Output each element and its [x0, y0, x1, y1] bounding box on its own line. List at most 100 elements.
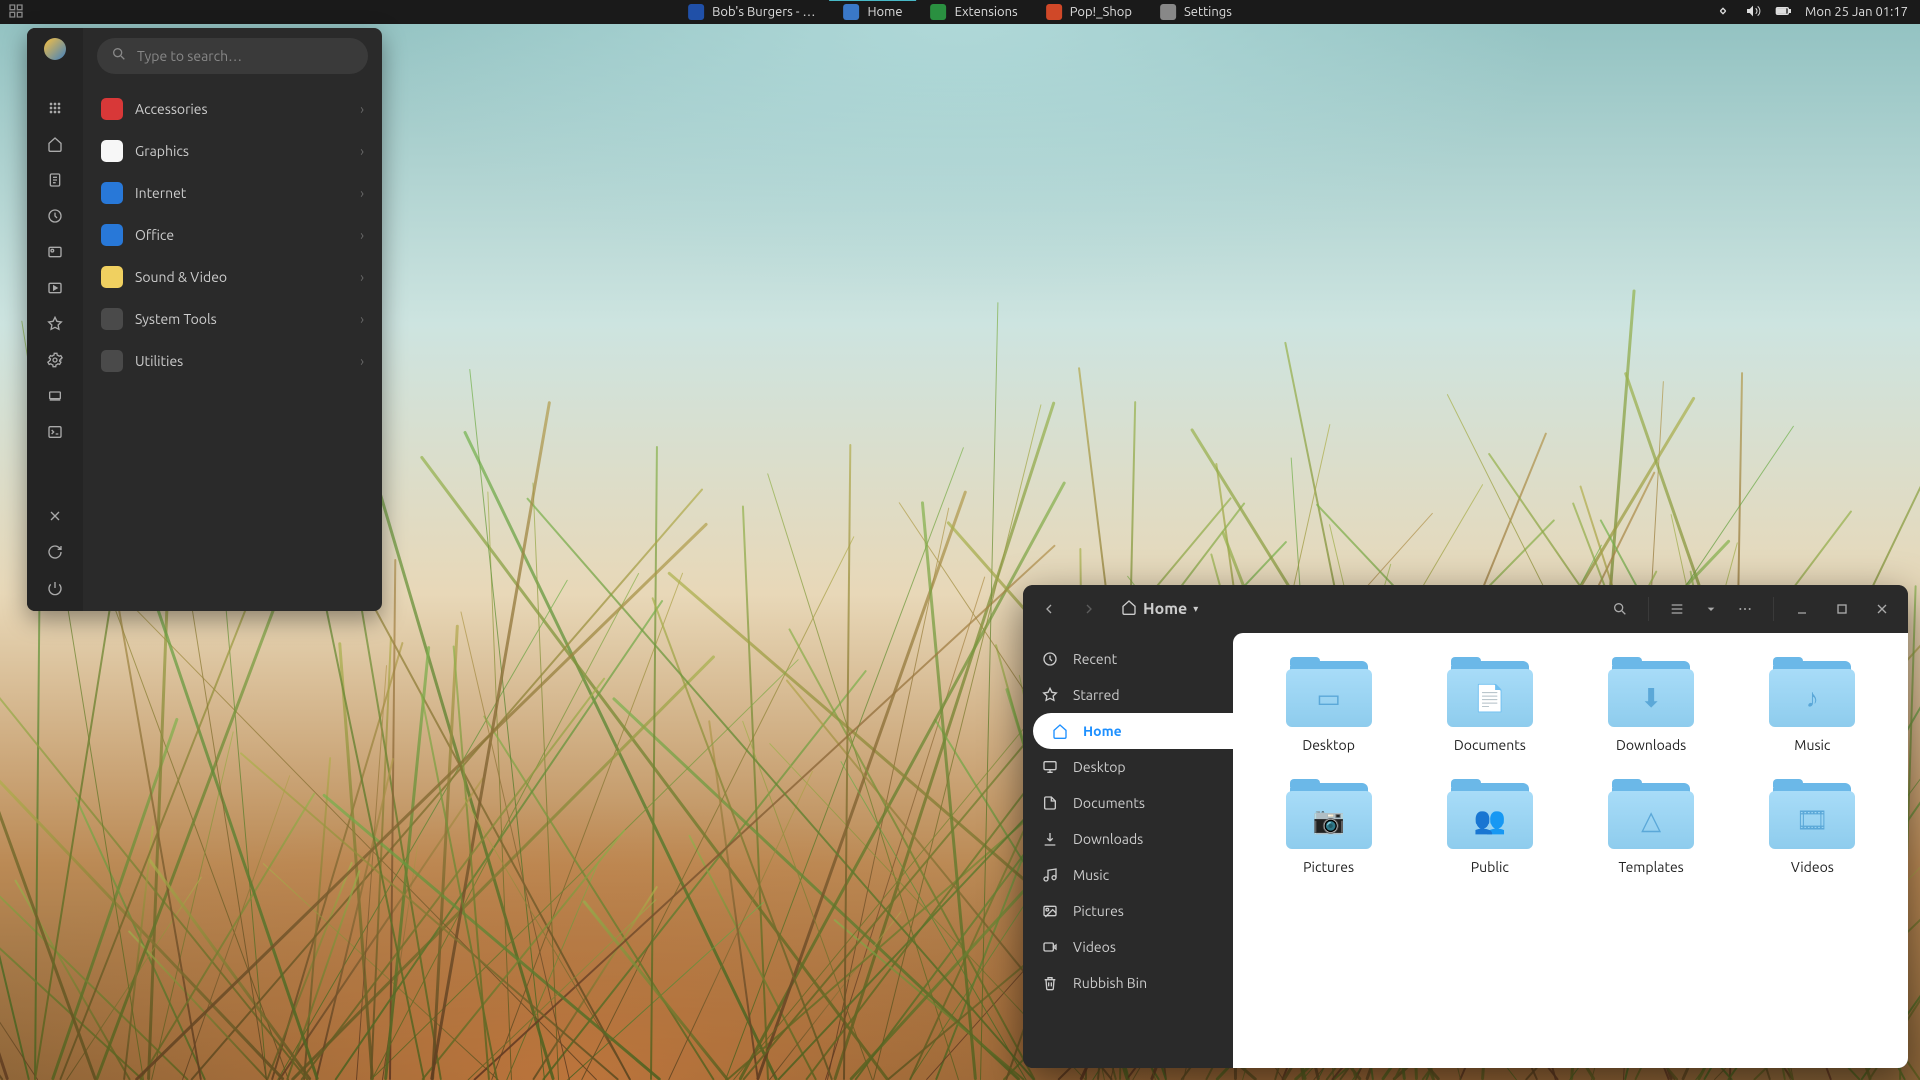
- task-button[interactable]: Pop!_Shop: [1032, 0, 1146, 24]
- app-icon: [1160, 4, 1176, 20]
- category-list: Accessories›Graphics›Internet›Office›Sou…: [97, 92, 368, 378]
- chevron-right-icon: ›: [360, 269, 364, 285]
- category-icon: [101, 140, 123, 162]
- close-icon[interactable]: [41, 508, 69, 524]
- task-label: Extensions: [955, 5, 1018, 19]
- sidebar-item-label: Downloads: [1073, 831, 1143, 847]
- folder-label: Music: [1794, 737, 1830, 753]
- settings-icon[interactable]: [41, 352, 69, 368]
- category-label: Sound & Video: [135, 269, 227, 285]
- pictures-icon[interactable]: [41, 244, 69, 260]
- restart-icon[interactable]: [41, 544, 69, 560]
- download-icon: [1041, 831, 1059, 847]
- folder-item[interactable]: 🎞Videos: [1737, 783, 1888, 875]
- task-label: Settings: [1184, 5, 1232, 19]
- folder-item[interactable]: ⬇Downloads: [1576, 661, 1727, 753]
- category-icon: [101, 182, 123, 204]
- folder-label: Pictures: [1303, 859, 1354, 875]
- folder-label: Downloads: [1616, 737, 1686, 753]
- battery-icon[interactable]: [1775, 3, 1791, 22]
- folder-item[interactable]: 📄Documents: [1414, 661, 1565, 753]
- folder-item[interactable]: 👥Public: [1414, 783, 1565, 875]
- nav-forward-button[interactable]: [1073, 593, 1105, 625]
- network-icon[interactable]: [1715, 3, 1731, 22]
- document-icon: [1041, 795, 1059, 811]
- category-icon: [101, 308, 123, 330]
- category-item[interactable]: Graphics›: [97, 134, 368, 168]
- view-options-button[interactable]: [1701, 593, 1721, 625]
- search-button[interactable]: [1604, 593, 1636, 625]
- category-item[interactable]: Sound & Video ›: [97, 260, 368, 294]
- favorites-icon[interactable]: [41, 316, 69, 332]
- power-icon[interactable]: [41, 580, 69, 596]
- videos-icon[interactable]: [41, 280, 69, 296]
- launcher-search[interactable]: [97, 38, 368, 74]
- maximize-button[interactable]: [1826, 593, 1858, 625]
- folder-item[interactable]: ▭ Desktop: [1253, 661, 1404, 753]
- launcher-rail: [27, 28, 83, 611]
- folder-item[interactable]: 📷 Pictures: [1253, 783, 1404, 875]
- top-panel: Bob's Burgers - …Home Extensions Pop!_Shop…: [0, 0, 1920, 24]
- view-list-button[interactable]: [1661, 593, 1693, 625]
- folder-label: Public: [1471, 859, 1509, 875]
- sidebar-item-downloads[interactable]: Downloads: [1023, 821, 1233, 857]
- nav-back-button[interactable]: [1033, 593, 1065, 625]
- hamburger-menu-button[interactable]: [1729, 593, 1761, 625]
- sidebar-item-desktop[interactable]: Desktop: [1023, 749, 1233, 785]
- apps-icon[interactable]: [41, 100, 69, 116]
- devices-icon[interactable]: [41, 388, 69, 404]
- sidebar-item-label: Music: [1073, 867, 1109, 883]
- activities-icon[interactable]: [8, 3, 24, 22]
- category-item[interactable]: Accessories›: [97, 92, 368, 126]
- path-label: Home: [1143, 600, 1187, 618]
- terminal-icon[interactable]: [41, 424, 69, 440]
- category-label: Accessories: [135, 101, 208, 117]
- home-icon[interactable]: [41, 136, 69, 152]
- app-icon: [931, 4, 947, 20]
- file-manager-header: Home ▾: [1023, 585, 1908, 633]
- path-bar[interactable]: Home ▾: [1113, 593, 1206, 625]
- sidebar-item-starred[interactable]: Starred: [1023, 677, 1233, 713]
- sidebar-item-label: Documents: [1073, 795, 1145, 811]
- task-button[interactable]: Bob's Burgers - …: [674, 0, 829, 24]
- app-icon: [1046, 4, 1062, 20]
- launcher-menu: Accessories›Graphics›Internet›Office›Sou…: [27, 28, 382, 611]
- category-item[interactable]: Office›: [97, 218, 368, 252]
- clock-icon[interactable]: [41, 208, 69, 224]
- chevron-down-icon: ▾: [1193, 603, 1198, 615]
- task-button[interactable]: Home: [830, 0, 917, 24]
- distro-logo[interactable]: [41, 38, 69, 60]
- category-label: Utilities: [135, 353, 183, 369]
- sidebar-item-pictures[interactable]: Pictures: [1023, 893, 1233, 929]
- task-button[interactable]: Extensions: [917, 0, 1032, 24]
- volume-icon[interactable]: [1745, 3, 1761, 22]
- folder-item[interactable]: ♪Music: [1737, 661, 1888, 753]
- folder-label: Desktop: [1302, 737, 1355, 753]
- sidebar-item-home[interactable]: Home: [1033, 713, 1233, 749]
- sidebar-item-music[interactable]: Music: [1023, 857, 1233, 893]
- category-item[interactable]: System Tools›: [97, 302, 368, 336]
- search-icon: [111, 46, 127, 66]
- star-icon: [1041, 687, 1059, 703]
- desktop-icon: [1041, 759, 1059, 775]
- folder-item[interactable]: △Templates: [1576, 783, 1727, 875]
- sidebar-item-rubbish-bin[interactable]: Rubbish Bin: [1023, 965, 1233, 1001]
- category-item[interactable]: Internet›: [97, 176, 368, 210]
- chevron-right-icon: ›: [360, 143, 364, 159]
- sidebar-item-videos[interactable]: Videos: [1023, 929, 1233, 965]
- folder-icon: 📷: [1286, 783, 1372, 849]
- file-manager-content[interactable]: ▭ Desktop 📄Documents⬇Downloads♪Music 📷 Pictu…: [1233, 633, 1908, 1068]
- clock-icon: [1041, 651, 1059, 667]
- panel-clock[interactable]: Mon 25 Jan 01:17: [1805, 5, 1908, 19]
- documents-icon[interactable]: [41, 172, 69, 188]
- search-input[interactable]: [137, 48, 354, 64]
- sidebar-item-recent[interactable]: Recent: [1023, 641, 1233, 677]
- taskbar: Bob's Burgers - …Home Extensions Pop!_Shop…: [674, 0, 1246, 24]
- folder-icon: ▭: [1286, 661, 1372, 727]
- close-button[interactable]: [1866, 593, 1898, 625]
- task-button[interactable]: Settings: [1146, 0, 1246, 24]
- sidebar-item-documents[interactable]: Documents: [1023, 785, 1233, 821]
- sidebar-item-label: Home: [1083, 723, 1122, 739]
- minimize-button[interactable]: [1786, 593, 1818, 625]
- category-item[interactable]: Utilities›: [97, 344, 368, 378]
